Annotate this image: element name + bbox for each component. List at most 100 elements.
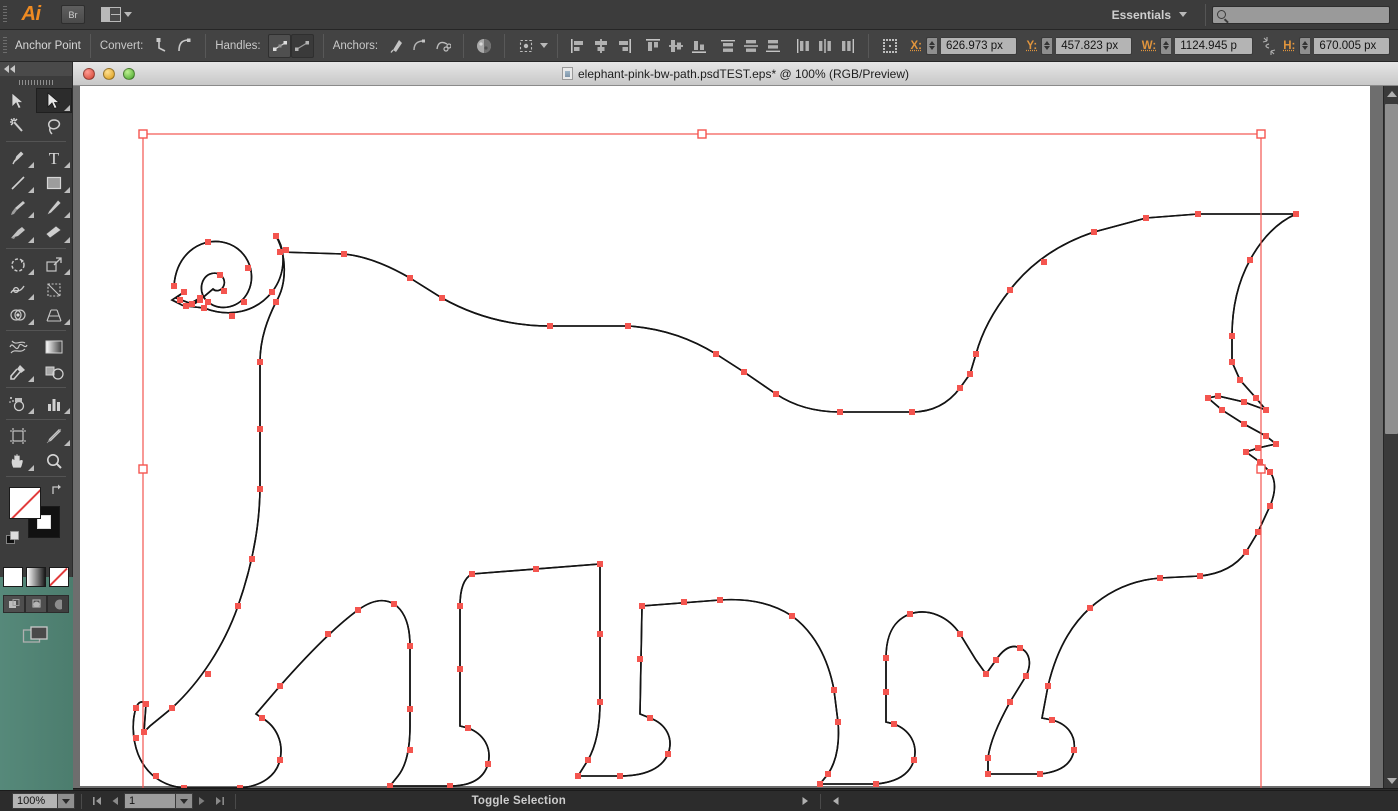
distribute-vertical-center-icon[interactable] [739, 34, 762, 58]
tool-pencil[interactable] [36, 195, 72, 220]
tool-hand[interactable] [0, 448, 36, 473]
none-mode[interactable] [49, 567, 69, 587]
default-fill-stroke-icon[interactable] [6, 531, 20, 545]
launch-bridge-button[interactable]: Br [61, 5, 85, 24]
w-stepper[interactable] [1160, 37, 1171, 55]
tool-paintbrush[interactable] [0, 195, 36, 220]
status-menu-arrow-icon[interactable] [796, 792, 814, 810]
document-title-bar[interactable]: elephant-pink-bw-path.psdTEST.eps* @ 100… [73, 62, 1398, 86]
vertical-scrollbar[interactable] [1383, 86, 1398, 788]
canvas-area[interactable] [73, 86, 1398, 788]
tool-blend[interactable] [36, 359, 72, 384]
y-stepper[interactable] [1041, 37, 1052, 55]
tool-perspective-grid[interactable] [36, 302, 72, 327]
next-artboard-icon[interactable] [193, 792, 211, 810]
align-vertical-center-icon[interactable] [665, 34, 688, 58]
convert-to-corner-icon[interactable] [151, 34, 174, 58]
workspace-switcher-label[interactable]: Essentials [1100, 8, 1179, 22]
distribute-bottom-icon[interactable] [762, 34, 785, 58]
isolate-selected-object-icon[interactable] [473, 34, 496, 58]
zoom-level-input[interactable]: 100% [12, 793, 58, 809]
align-top-icon[interactable] [642, 34, 665, 58]
first-artboard-icon[interactable] [88, 792, 106, 810]
last-artboard-icon[interactable] [211, 792, 229, 810]
elephant-path-artwork[interactable] [80, 86, 1370, 788]
distribute-horizontal-center-icon[interactable] [814, 34, 837, 58]
tool-rotate[interactable] [0, 252, 36, 277]
tools-panel-header[interactable] [0, 62, 72, 76]
align-right-icon[interactable] [612, 34, 635, 58]
x-position-field-group[interactable]: X: 626.973 px [910, 37, 1017, 55]
width-field-group[interactable]: W: 1124.945 p [1142, 37, 1253, 55]
artboard-number-input[interactable]: 1 [124, 793, 176, 809]
h-stepper[interactable] [1299, 37, 1310, 55]
connect-anchors-icon[interactable] [408, 34, 431, 58]
align-horizontal-center-icon[interactable] [590, 34, 613, 58]
height-field-group[interactable]: H: 670.005 px [1283, 37, 1390, 55]
tool-shape-builder[interactable] [0, 302, 36, 327]
tool-direct-selection[interactable] [36, 88, 72, 113]
appbar-gripper[interactable] [0, 0, 9, 30]
draw-behind[interactable] [25, 595, 47, 613]
tool-pen[interactable] [0, 145, 36, 170]
hide-handles-icon[interactable] [291, 34, 314, 58]
status-scroll-left-icon[interactable] [827, 792, 845, 810]
search-input[interactable] [1212, 6, 1390, 24]
transform-chevron-down-icon[interactable] [540, 43, 548, 48]
artboard-dropdown-icon[interactable] [176, 793, 193, 809]
transform-panel-icon[interactable] [514, 34, 537, 58]
distribute-left-icon[interactable] [791, 34, 814, 58]
transform-each-icon[interactable] [878, 34, 901, 58]
tool-scale[interactable] [36, 252, 72, 277]
tool-slice[interactable] [36, 423, 72, 448]
tool-eraser[interactable] [36, 220, 72, 245]
controlbar-gripper[interactable] [0, 31, 9, 61]
h-input[interactable]: 670.005 px [1314, 37, 1390, 55]
draw-normal[interactable] [3, 595, 25, 613]
scroll-up-arrow-icon[interactable] [1384, 86, 1398, 101]
tool-symbol-sprayer[interactable] [0, 391, 36, 416]
x-input[interactable]: 626.973 px [941, 37, 1017, 55]
tool-mesh[interactable] [0, 334, 36, 359]
swap-fill-stroke-icon[interactable] [50, 483, 64, 497]
draw-inside[interactable] [47, 595, 69, 613]
tool-selection[interactable] [0, 88, 36, 113]
w-input[interactable]: 1124.945 p [1175, 37, 1253, 55]
show-handles-icon[interactable] [268, 34, 291, 58]
tools-panel-gripper[interactable] [0, 76, 72, 88]
tool-eyedropper[interactable] [0, 359, 36, 384]
collapse-panel-icon[interactable] [4, 65, 15, 73]
change-screen-mode-button[interactable] [0, 625, 72, 645]
tool-gradient[interactable] [36, 334, 72, 359]
tool-blob-brush[interactable] [0, 220, 36, 245]
distribute-right-icon[interactable] [837, 34, 860, 58]
y-position-field-group[interactable]: Y: 457.823 px [1027, 37, 1133, 55]
tool-line-segment[interactable] [0, 170, 36, 195]
constrain-proportions-icon[interactable] [1261, 36, 1277, 56]
color-mode[interactable] [3, 567, 23, 587]
align-bottom-icon[interactable] [687, 34, 710, 58]
cut-path-icon[interactable] [431, 34, 454, 58]
arrange-documents-button[interactable] [101, 5, 132, 24]
fill-swatch[interactable] [9, 487, 41, 519]
tool-magic-wand[interactable] [0, 113, 36, 138]
tool-width[interactable] [0, 277, 36, 302]
align-left-icon[interactable] [567, 34, 590, 58]
tool-free-transform[interactable] [36, 277, 72, 302]
tool-column-graph[interactable] [36, 391, 72, 416]
tool-artboard[interactable] [0, 423, 36, 448]
artboard[interactable] [80, 86, 1370, 786]
tool-rectangle[interactable] [36, 170, 72, 195]
tool-type[interactable]: T [36, 145, 72, 170]
zoom-dropdown-icon[interactable] [58, 793, 75, 809]
vertical-scroll-thumb[interactable] [1385, 104, 1398, 434]
scroll-down-arrow-icon[interactable] [1384, 773, 1398, 788]
tool-lasso[interactable] [36, 113, 72, 138]
tool-zoom-magnifier[interactable] [36, 448, 72, 473]
previous-artboard-icon[interactable] [106, 792, 124, 810]
gradient-mode[interactable] [26, 567, 46, 587]
workspace-chevron-down-icon[interactable] [1179, 12, 1187, 17]
x-stepper[interactable] [926, 37, 937, 55]
convert-to-smooth-icon[interactable] [174, 34, 197, 58]
y-input[interactable]: 457.823 px [1056, 37, 1132, 55]
